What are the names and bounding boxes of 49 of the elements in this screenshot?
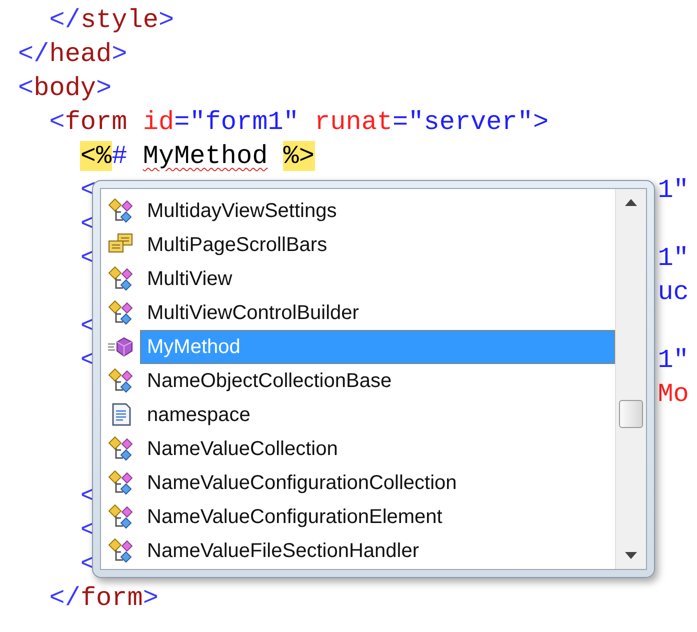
code-token: body [34, 73, 96, 103]
completion-item[interactable]: MultiPageScrollBars [140, 228, 615, 262]
class-icon [107, 300, 135, 326]
code-token: # [112, 141, 128, 171]
completion-item[interactable]: MultiViewControlBuilder [140, 296, 615, 330]
code-token: id [142, 107, 174, 137]
code-token: form [80, 583, 143, 613]
class-icon [107, 504, 135, 530]
class-icon [107, 470, 135, 496]
completion-item[interactable]: NameValueCollection [140, 432, 615, 466]
code-delimiter: <% [80, 141, 112, 171]
code-token: uc [658, 277, 689, 307]
code-token: > [142, 583, 158, 613]
scroll-up-icon[interactable] [625, 199, 637, 206]
code-token: form [64, 107, 128, 137]
code-token: 1" [658, 175, 689, 205]
code-token: </ [18, 39, 50, 69]
scroll-thumb[interactable] [619, 400, 643, 428]
code-token: ="server"> [392, 107, 549, 137]
code-token: runat [314, 107, 393, 137]
code-token: 1" [658, 243, 689, 273]
class-icon [107, 538, 135, 564]
completion-item[interactable]: NameValueConfigurationCollection [140, 466, 615, 500]
completion-item[interactable]: NameValueConfigurationElement [140, 500, 615, 534]
code-token: </ [49, 5, 80, 35]
code-token: style [80, 5, 158, 35]
code-token: ="form1" [174, 107, 299, 137]
code-token: > [158, 5, 174, 35]
class-icon [107, 266, 135, 292]
code-token: > [96, 73, 112, 103]
code-token: > [112, 39, 128, 69]
completion-item[interactable]: NameObjectCollectionBase [140, 364, 615, 398]
class-icon [107, 198, 135, 224]
code-token: </ [49, 583, 80, 613]
code-token: 1" [658, 345, 689, 375]
completion-item[interactable]: namespace [140, 398, 615, 432]
completion-item[interactable]: MultiView [140, 262, 615, 296]
scroll-down-icon[interactable] [625, 552, 637, 559]
completion-item[interactable]: NameValueFileSectionHandler [140, 534, 615, 568]
class-icon [107, 436, 135, 462]
code-token: < [18, 73, 34, 103]
class-icon [107, 368, 135, 394]
code-token: Mo [658, 379, 689, 409]
code-token: MyMethod [142, 141, 268, 171]
code-token: head [49, 39, 112, 69]
completion-item[interactable]: MultidayViewSettings [140, 194, 615, 228]
code-token: < [49, 107, 65, 137]
code-delimiter: %> [283, 141, 315, 171]
scrollbar[interactable] [615, 189, 646, 569]
